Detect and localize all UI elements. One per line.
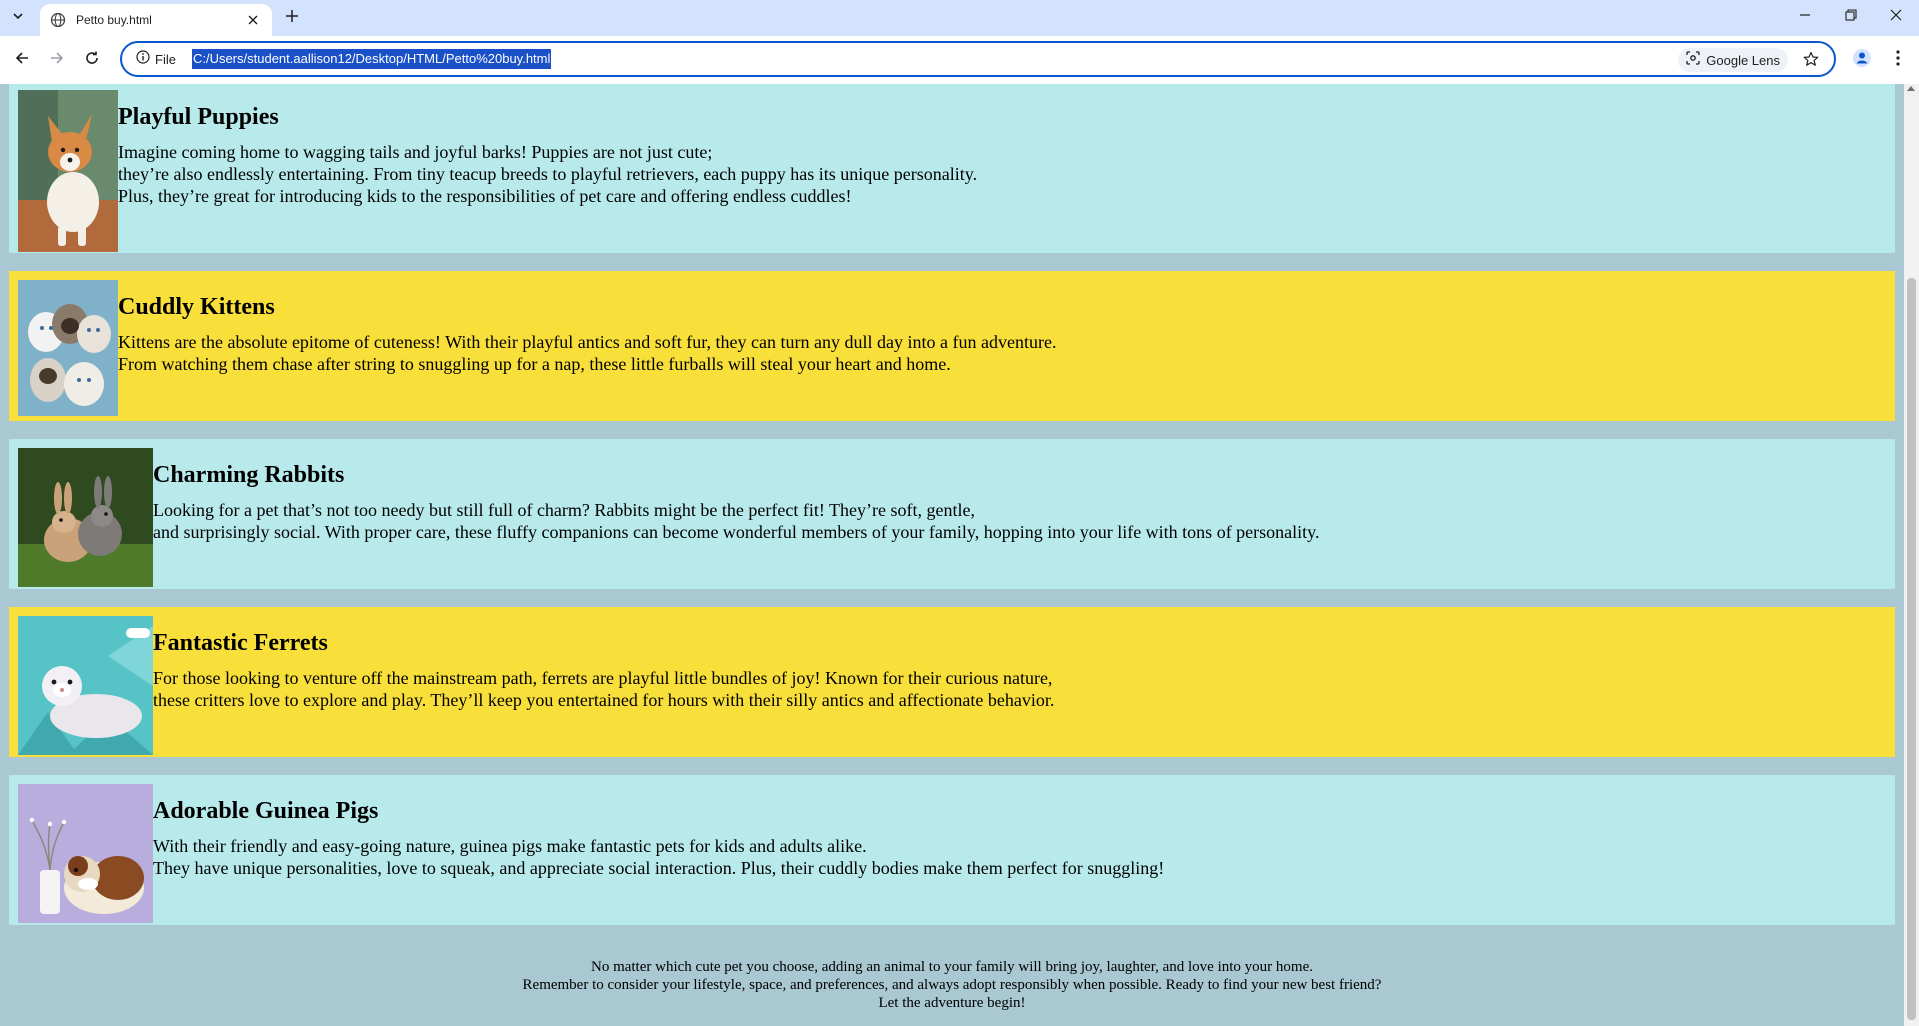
info-icon bbox=[136, 49, 150, 69]
guinea-pig-image bbox=[18, 784, 153, 923]
minimize-button[interactable] bbox=[1782, 0, 1828, 34]
url-text[interactable]: C:/Users/student.aallison12/Desktop/HTML… bbox=[191, 49, 552, 69]
pet-description-line: Kittens are the absolute epitome of cute… bbox=[118, 332, 1057, 352]
footer-line: Let the adventure begin! bbox=[878, 995, 1026, 1011]
more-vertical-icon bbox=[1896, 49, 1900, 71]
forward-button[interactable] bbox=[43, 46, 71, 74]
avatar-icon bbox=[1852, 48, 1872, 73]
pet-description-line: these critters love to explore and play.… bbox=[153, 690, 1055, 710]
google-lens-button[interactable]: Google Lens bbox=[1678, 48, 1788, 72]
arrow-right-icon bbox=[49, 50, 65, 71]
site-info-label: File bbox=[155, 51, 176, 67]
page-viewport: Playful Puppies Imagine coming home to w… bbox=[0, 84, 1919, 1026]
pet-card-rabbits: Charming Rabbits Looking for a pet that’… bbox=[9, 439, 1895, 589]
pet-title: Adorable Guinea Pigs bbox=[153, 798, 379, 824]
scrollbar-thumb[interactable] bbox=[1907, 278, 1916, 1020]
pet-title: Fantastic Ferrets bbox=[153, 630, 328, 656]
pet-description-line: For those looking to venture off the mai… bbox=[153, 668, 1053, 688]
page-content: Playful Puppies Imagine coming home to w… bbox=[0, 84, 1904, 1026]
arrow-left-icon bbox=[14, 50, 30, 71]
reload-icon bbox=[84, 50, 100, 71]
pet-description-line: Plus, they’re great for introducing kids… bbox=[118, 186, 852, 206]
globe-icon bbox=[50, 12, 66, 28]
pet-description-line: They have unique personalities, love to … bbox=[153, 858, 1165, 878]
footer-line: Remember to consider your lifestyle, spa… bbox=[522, 977, 1382, 993]
close-window-button[interactable] bbox=[1873, 0, 1919, 34]
pet-description-line: and surprisingly social. With proper car… bbox=[153, 522, 1320, 542]
plus-icon bbox=[285, 9, 299, 28]
pet-title: Cuddly Kittens bbox=[118, 294, 275, 320]
lens-icon bbox=[1686, 50, 1700, 70]
pet-description-line: From watching them chase after string to… bbox=[118, 354, 951, 374]
pet-card-puppies: Playful Puppies Imagine coming home to w… bbox=[9, 84, 1895, 253]
pet-card-kittens: Cuddly Kittens Kittens are the absolute … bbox=[9, 271, 1895, 421]
puppy-image bbox=[18, 90, 118, 252]
pet-card-ferrets: Fantastic Ferrets For those looking to v… bbox=[9, 607, 1895, 757]
pet-description-line: they’re also endlessly entertaining. Fro… bbox=[118, 164, 978, 184]
address-bar[interactable]: File C:/Users/student.aallison12/Desktop… bbox=[120, 41, 1836, 77]
restore-button[interactable] bbox=[1828, 0, 1874, 34]
reload-button[interactable] bbox=[78, 46, 106, 74]
footer-line: No matter which cute pet you choose, add… bbox=[590, 959, 1313, 975]
kittens-image bbox=[18, 280, 118, 416]
scroll-up-arrow-icon[interactable] bbox=[1907, 86, 1915, 91]
back-button[interactable] bbox=[8, 46, 36, 74]
minimize-icon bbox=[1799, 8, 1811, 26]
tab-close-icon[interactable] bbox=[244, 11, 262, 29]
star-icon bbox=[1803, 51, 1819, 72]
google-lens-label: Google Lens bbox=[1706, 52, 1780, 68]
pet-description-line: Looking for a pet that’s not too needy b… bbox=[153, 500, 975, 520]
pet-description-line: Imagine coming home to wagging tails and… bbox=[118, 142, 713, 162]
pet-card-guinea-pigs: Adorable Guinea Pigs With their friendly… bbox=[9, 775, 1895, 925]
tab-title: Petto buy.html bbox=[76, 13, 152, 27]
pet-title: Playful Puppies bbox=[118, 104, 279, 130]
new-tab-button[interactable] bbox=[280, 6, 304, 30]
site-info-button[interactable]: File bbox=[130, 46, 182, 72]
profile-button[interactable] bbox=[1848, 46, 1876, 74]
pet-description-line: With their friendly and easy-going natur… bbox=[153, 836, 867, 856]
tab-strip: Petto buy.html bbox=[0, 0, 1919, 36]
rabbits-image bbox=[18, 448, 153, 587]
chevron-down-icon bbox=[12, 9, 24, 27]
restore-icon bbox=[1845, 8, 1857, 26]
tab-search-button[interactable] bbox=[4, 5, 32, 31]
browser-toolbar: File C:/Users/student.aallison12/Desktop… bbox=[0, 36, 1919, 84]
close-icon bbox=[1890, 8, 1902, 26]
browser-menu-button[interactable] bbox=[1884, 46, 1912, 74]
vertical-scrollbar[interactable] bbox=[1904, 84, 1919, 1026]
tab-active[interactable]: Petto buy.html bbox=[40, 4, 272, 36]
bookmark-button[interactable] bbox=[1800, 50, 1822, 72]
ferret-image bbox=[18, 616, 153, 755]
pet-title: Charming Rabbits bbox=[153, 462, 345, 488]
